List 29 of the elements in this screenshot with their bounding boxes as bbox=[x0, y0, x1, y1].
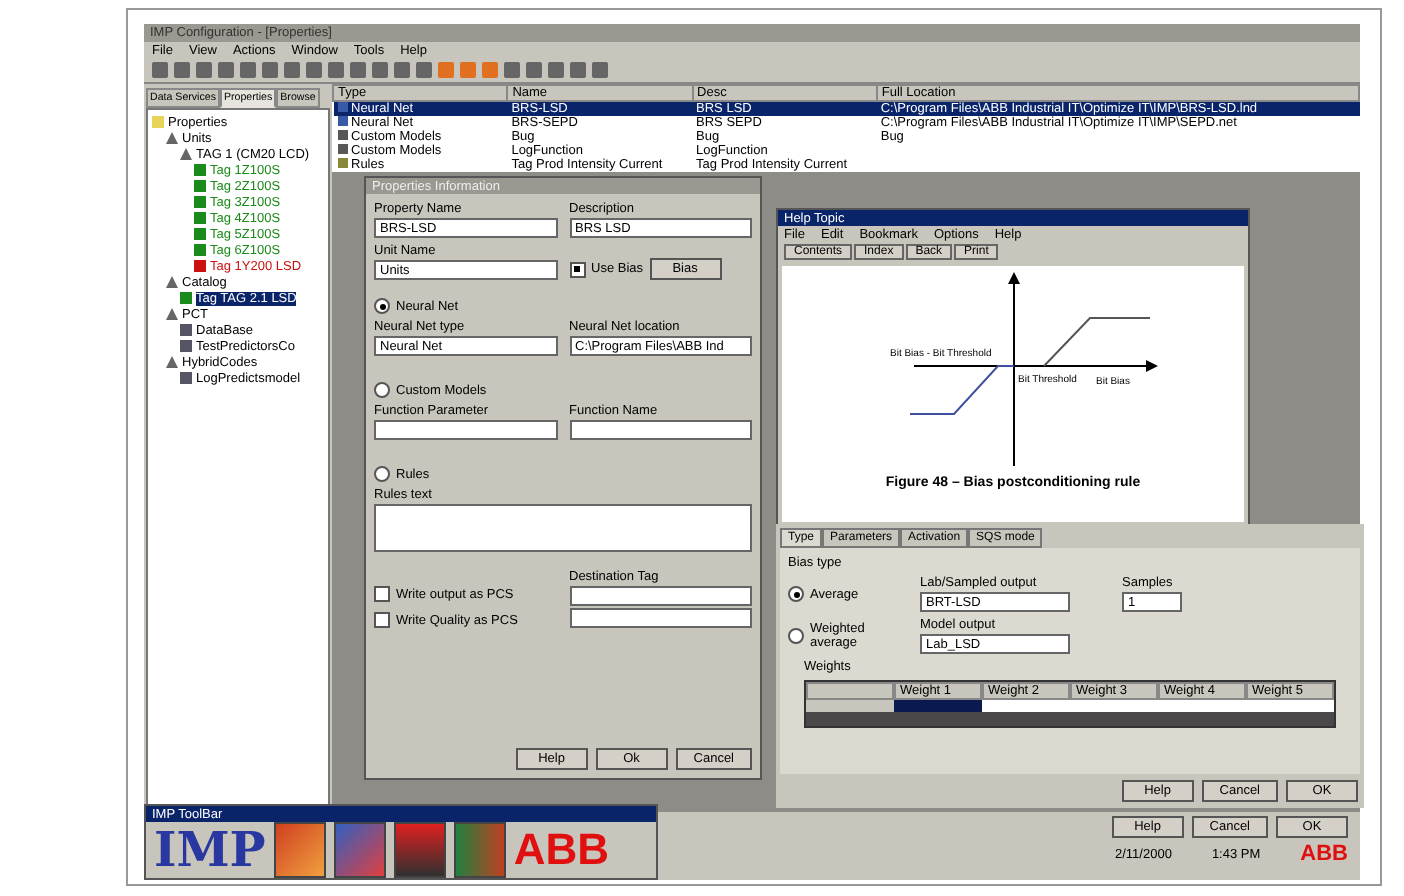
radio-button[interactable] bbox=[374, 298, 390, 314]
radio-button[interactable] bbox=[374, 382, 390, 398]
corner-header bbox=[806, 682, 894, 700]
text-field[interactable] bbox=[569, 420, 752, 440]
radio-button[interactable] bbox=[788, 586, 804, 602]
dropdown-field[interactable] bbox=[569, 586, 752, 606]
folder-icon bbox=[152, 116, 164, 128]
radio-button[interactable] bbox=[788, 628, 804, 644]
logo: IMP bbox=[154, 826, 266, 874]
grid-cell[interactable] bbox=[982, 700, 1070, 712]
radio-button[interactable] bbox=[374, 466, 390, 482]
text-area[interactable] bbox=[374, 504, 752, 552]
app-icon[interactable] bbox=[273, 822, 326, 878]
rule-curve bbox=[1042, 317, 1150, 367]
text-field[interactable] bbox=[374, 420, 557, 440]
app-icon[interactable] bbox=[393, 822, 446, 878]
grid-cell[interactable] bbox=[1246, 700, 1334, 712]
checkbox[interactable] bbox=[374, 612, 390, 628]
network-icon bbox=[180, 372, 192, 384]
app-icon[interactable] bbox=[333, 822, 386, 878]
logo: ABB bbox=[513, 824, 610, 876]
checkbox[interactable] bbox=[374, 586, 390, 602]
text-field[interactable] bbox=[569, 608, 752, 628]
logo: ABB bbox=[1300, 842, 1348, 866]
row-header bbox=[806, 700, 894, 712]
rule-curve bbox=[908, 365, 1014, 415]
grid-cell[interactable] bbox=[894, 700, 982, 712]
app-icon[interactable] bbox=[453, 822, 506, 878]
checkbox[interactable] bbox=[569, 261, 585, 277]
